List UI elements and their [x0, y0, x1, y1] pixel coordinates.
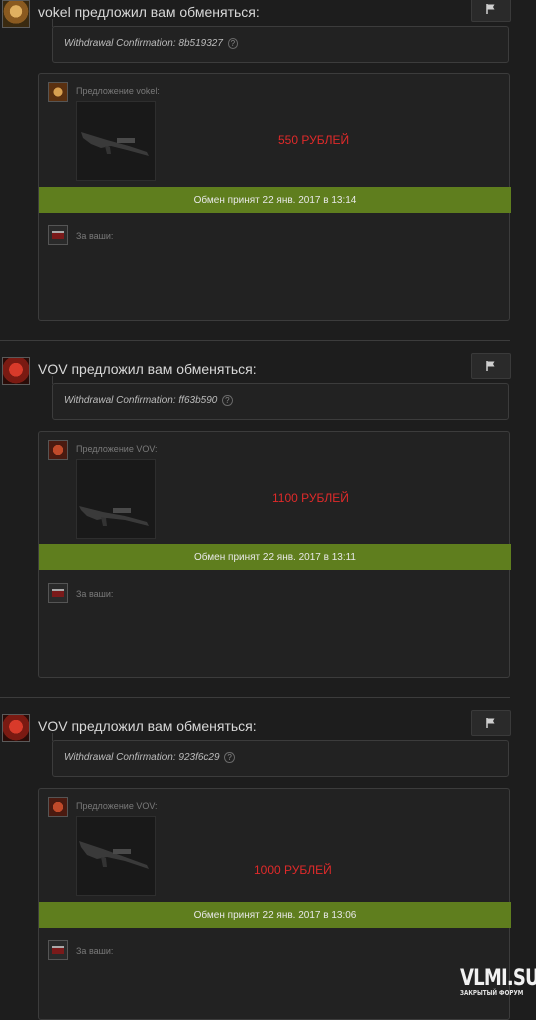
- partner-offer-label: Предложение vokel:: [76, 86, 160, 96]
- flag-icon: [486, 4, 495, 14]
- help-icon[interactable]: ?: [222, 395, 233, 406]
- avatar[interactable]: [2, 0, 30, 28]
- price-text: 1100 РУБЛЕЙ: [272, 491, 349, 505]
- report-flag-button[interactable]: [471, 0, 511, 22]
- trade-item[interactable]: [76, 459, 156, 539]
- report-flag-button[interactable]: [471, 710, 511, 736]
- offer-title: vokel предложил вам обменяться:: [38, 4, 260, 20]
- avatar-image: [3, 715, 29, 741]
- message-text: Withdrawal Confirmation: 923f6c29: [64, 752, 220, 763]
- offer-message: Withdrawal Confirmation: 8b519327 ?: [52, 19, 509, 63]
- price-text: 1000 РУБЛЕЙ: [254, 863, 332, 877]
- your-items-label: За ваши:: [76, 589, 114, 599]
- steam-avatar-icon: [52, 231, 64, 239]
- watermark: VLMI.SU ЗАКРЫТЫЙ ФОРУМ: [460, 966, 536, 997]
- watermark-sub: ЗАКРЫТЫЙ ФОРУМ: [460, 989, 524, 997]
- your-items-label: За ваши:: [76, 946, 114, 956]
- your-items-label: За ваши:: [76, 231, 114, 241]
- divider: [0, 697, 510, 698]
- offer-title: VOV предложил вам обменяться:: [38, 361, 257, 377]
- price-text: 550 РУБЛЕЙ: [278, 133, 350, 147]
- partner-avatar[interactable]: [48, 440, 68, 460]
- help-icon[interactable]: ?: [224, 752, 235, 763]
- partner-avatar[interactable]: [48, 82, 68, 102]
- partner-avatar[interactable]: [48, 797, 68, 817]
- steam-avatar-icon: [52, 589, 64, 597]
- help-icon[interactable]: ?: [227, 38, 239, 49]
- your-avatar[interactable]: [48, 940, 68, 960]
- avatar[interactable]: [2, 714, 30, 742]
- steam-avatar-icon: [52, 946, 64, 954]
- message-text: Withdrawal Confirmation: ff63b590: [64, 395, 218, 406]
- rifle-icon: [79, 841, 149, 869]
- partner-offer-label: Предложение VOV:: [76, 444, 158, 454]
- status-bar: Обмен принят 22 янв. 2017 в 13:14: [39, 187, 511, 213]
- status-bar: Обмен принят 22 янв. 2017 в 13:11: [39, 544, 511, 570]
- report-flag-button[interactable]: [471, 353, 511, 379]
- your-avatar[interactable]: [48, 583, 68, 603]
- rifle-icon: [79, 506, 149, 526]
- trade-panel: Предложение VOV: 1100 РУБЛЕЙ Обмен приня…: [38, 431, 511, 678]
- offer-message: Withdrawal Confirmation: 923f6c29 ?: [52, 733, 509, 777]
- status-bar: Обмен принят 22 янв. 2017 в 13:06: [39, 902, 511, 928]
- trade-panel: Предложение VOV: 1000 РУБЛЕЙ Обмен приня…: [38, 788, 511, 1020]
- avatar[interactable]: [2, 357, 30, 385]
- watermark-main: VLMI.SU: [460, 966, 536, 991]
- trade-item[interactable]: [76, 816, 156, 896]
- your-avatar[interactable]: [48, 225, 68, 245]
- divider: [0, 340, 510, 341]
- offer-title: VOV предложил вам обменяться:: [38, 718, 257, 734]
- partner-offer-label: Предложение VOV:: [76, 801, 158, 811]
- flag-icon: [486, 718, 495, 728]
- flag-icon: [486, 361, 495, 371]
- message-text: Withdrawal Confirmation: 8b519327: [64, 38, 223, 49]
- avatar-image: [3, 1, 29, 27]
- trade-panel: Предложение vokel: 550 РУБЛЕЙ Обмен прин…: [38, 73, 511, 321]
- avatar-image: [3, 358, 29, 384]
- offer-message: Withdrawal Confirmation: ff63b590 ?: [52, 376, 509, 420]
- trade-item[interactable]: [76, 101, 156, 181]
- rifle-icon: [81, 132, 149, 156]
